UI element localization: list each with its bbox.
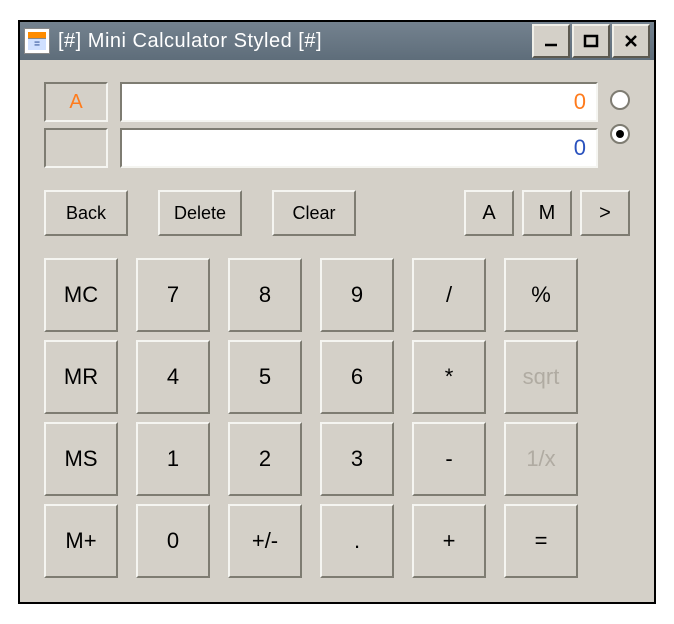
decimal-button[interactable]: . bbox=[320, 504, 394, 578]
digit-7-button[interactable]: 7 bbox=[136, 258, 210, 332]
edit-controls-row: Back Delete Clear A M > bbox=[44, 190, 630, 236]
memory-add-button[interactable]: M+ bbox=[44, 504, 118, 578]
title-bar: = [#] Mini Calculator Styled [#] bbox=[20, 22, 654, 60]
percent-button[interactable]: % bbox=[504, 258, 578, 332]
display-select-a-radio[interactable] bbox=[610, 90, 630, 110]
digit-8-button[interactable]: 8 bbox=[228, 258, 302, 332]
display-area: A 0 0 bbox=[44, 82, 630, 168]
plus-button[interactable]: + bbox=[412, 504, 486, 578]
a-toggle-button[interactable]: A bbox=[464, 190, 514, 236]
memory-store-button[interactable]: MS bbox=[44, 422, 118, 496]
digit-3-button[interactable]: 3 bbox=[320, 422, 394, 496]
digit-5-button[interactable]: 5 bbox=[228, 340, 302, 414]
calculator-window: = [#] Mini Calculator Styled [#] A 0 0 bbox=[18, 20, 656, 604]
digit-2-button[interactable]: 2 bbox=[228, 422, 302, 496]
window-title: [#] Mini Calculator Styled [#] bbox=[58, 30, 532, 53]
digit-6-button[interactable]: 6 bbox=[320, 340, 394, 414]
m-toggle-button[interactable]: M bbox=[522, 190, 572, 236]
multiply-button[interactable]: * bbox=[412, 340, 486, 414]
sqrt-button[interactable]: sqrt bbox=[504, 340, 578, 414]
divide-button[interactable]: / bbox=[412, 258, 486, 332]
display-b: 0 bbox=[120, 128, 598, 168]
minus-button[interactable]: - bbox=[412, 422, 486, 496]
window-controls bbox=[532, 24, 650, 58]
back-button[interactable]: Back bbox=[44, 190, 128, 236]
digit-4-button[interactable]: 4 bbox=[136, 340, 210, 414]
digit-1-button[interactable]: 1 bbox=[136, 422, 210, 496]
mode-indicator-b bbox=[44, 128, 108, 168]
digit-9-button[interactable]: 9 bbox=[320, 258, 394, 332]
mode-indicator-a: A bbox=[44, 82, 108, 122]
reciprocal-button[interactable]: 1/x bbox=[504, 422, 578, 496]
digit-0-button[interactable]: 0 bbox=[136, 504, 210, 578]
more-button[interactable]: > bbox=[580, 190, 630, 236]
display-a: 0 bbox=[120, 82, 598, 122]
equals-button[interactable]: = bbox=[504, 504, 578, 578]
memory-recall-button[interactable]: MR bbox=[44, 340, 118, 414]
display-select-b-radio[interactable] bbox=[610, 124, 630, 144]
clear-button[interactable]: Clear bbox=[272, 190, 356, 236]
minimize-button[interactable] bbox=[532, 24, 570, 58]
maximize-button[interactable] bbox=[572, 24, 610, 58]
memory-clear-button[interactable]: MC bbox=[44, 258, 118, 332]
content: A 0 0 Back Delete Clear A M > bbox=[20, 60, 654, 602]
keypad: MC789/% MR456*sqrt MS123-1/x M+0+/-.+= bbox=[44, 258, 578, 578]
delete-button[interactable]: Delete bbox=[158, 190, 242, 236]
close-button[interactable] bbox=[612, 24, 650, 58]
app-icon: = bbox=[24, 28, 50, 54]
sign-button[interactable]: +/- bbox=[228, 504, 302, 578]
